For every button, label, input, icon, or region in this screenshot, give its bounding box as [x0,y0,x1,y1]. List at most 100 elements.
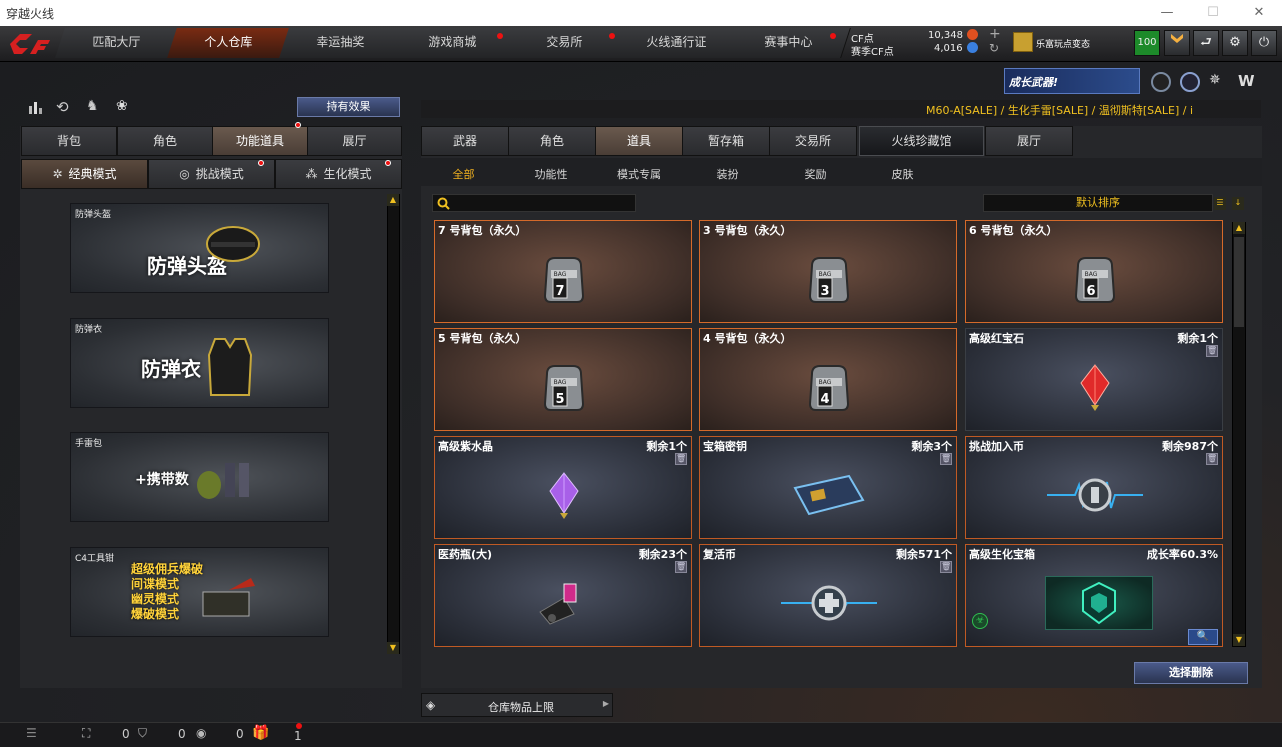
trash-icon[interactable]: 🗑 [940,561,952,573]
subtab-rewards[interactable]: 奖励 [788,166,843,188]
item-card[interactable]: 高级生化宝箱 成长率60.3% ☣ 🔍 [965,544,1223,647]
character-icon[interactable]: ♞ [86,98,104,116]
chest-icon [1045,576,1153,630]
nav-tab-personal-storage[interactable]: 个人仓库 [167,28,291,58]
sort-direction-icon[interactable]: ↓ [1232,197,1244,210]
capacity-label: 仓库物品上限 [488,701,554,714]
c4-tool-caption: C4工具钳 [75,554,115,564]
c4-mode-line: 超级佣兵爆破 [131,562,204,576]
item-card[interactable]: 7 号背包（永久） 7 BAG [434,220,692,323]
close-button[interactable]: ✕ [1236,0,1282,26]
scroll-down-arrow[interactable]: ▼ [387,642,399,654]
settings-icon[interactable]: ⚙ [1222,30,1248,56]
storage-capacity-bar[interactable]: ◈ 仓库物品上限 ▶ [421,693,613,717]
search-input[interactable] [432,194,636,212]
item-name: 3 号背包（永久） [703,224,792,237]
subtab-functional[interactable]: 功能性 [519,166,583,188]
select-delete-button[interactable]: 选择删除 [1134,662,1248,684]
item-card[interactable]: 医药瓶(大) 剩余23个 🗑 [434,544,692,647]
grenade-bag-card[interactable]: 手雷包 +携带数 [70,432,329,522]
left-tab-functional-items[interactable]: 功能道具 [212,126,308,156]
emblem-icon[interactable]: ✵ [1209,72,1229,92]
menu-list-icon[interactable]: ☰ [26,726,37,740]
mode-classic[interactable]: ✲ 经典模式 [21,159,148,189]
sort-dropdown[interactable]: 默认排序 [983,194,1213,212]
item-card[interactable]: 6 号背包（永久） 6 BAG [965,220,1223,323]
item-card[interactable]: 5 号背包（永久） 5 BAG [434,328,692,431]
globe-icon[interactable] [1180,72,1200,92]
gift-icon[interactable]: 🎁 [252,725,269,741]
friends-icon[interactable]: ⛶ [82,726,90,741]
helmet-card[interactable]: 防弹头盔 防弹头盔 [70,203,329,293]
item-name: 5 号背包（永久） [438,332,527,345]
badge-icon[interactable] [1151,72,1171,92]
layers-icon: ◈ [426,698,436,712]
left-tab-gallery[interactable]: 展厅 [307,126,402,156]
effects-button[interactable]: 持有效果 [297,97,400,117]
bag-icon[interactable]: ❀ [116,98,134,116]
left-tab-backpack[interactable]: 背包 [21,126,117,156]
item-card[interactable]: 高级紫水晶 剩余1个 🗑 [434,436,692,539]
item-card[interactable]: 挑战加入币 剩余987个 🗑 [965,436,1223,539]
trash-icon[interactable]: 🗑 [940,453,952,465]
item-card[interactable]: 3 号背包（永久） 3 BAG [699,220,957,323]
season-cf-value: 4,016 [934,43,963,54]
nav-tab-match-hall[interactable]: 匹配大厅 [55,28,179,58]
scroll-up-arrow[interactable]: ▲ [1233,222,1245,234]
maximize-button[interactable]: ☐ [1190,0,1236,26]
subtab-mode-exclusive[interactable]: 模式专属 [604,166,674,188]
trash-icon[interactable]: 🗑 [675,561,687,573]
chat-icon[interactable]: ◉ [196,726,206,740]
nav-tab-battle-pass[interactable]: 火线通行证 [615,28,739,58]
back-icon[interactable]: ⮐ [1193,30,1219,56]
subtab-all[interactable]: 全部 [436,166,491,188]
subtab-skins[interactable]: 皮肤 [875,166,930,188]
growth-weapon-banner[interactable]: 成长武器! [1004,68,1140,94]
grenade-icon [197,463,249,499]
scroll-thumb[interactable] [1234,237,1244,327]
add-points-icon[interactable]: + [989,26,1001,42]
shield-icon[interactable]: ⛉ [138,726,147,741]
scroll-down-arrow[interactable]: ▼ [1233,634,1245,646]
magnify-icon[interactable]: 🔍 [1188,629,1218,645]
list-view-icon[interactable]: ☰ [1214,197,1226,210]
nav-tab-game-mall[interactable]: 游戏商城 [391,28,515,58]
nav-tab-exchange[interactable]: 交易所 [503,28,627,58]
season-cf-label: 赛季CF点 [851,47,894,58]
rank-icon[interactable] [1164,30,1190,56]
w-icon[interactable]: W [1238,72,1258,92]
left-tab-character[interactable]: 角色 [117,126,213,156]
armor-card[interactable]: 防弹衣 防弹衣 [70,318,329,408]
right-tab-weapons[interactable]: 武器 [421,126,509,156]
trash-icon[interactable]: 🗑 [1206,453,1218,465]
item-card[interactable]: 4 号背包（永久） 4 BAG [699,328,957,431]
stats-icon[interactable] [27,98,45,116]
scroll-up-arrow[interactable]: ▲ [387,194,399,206]
search-icon [437,197,450,210]
right-tab-collection[interactable]: 火线珍藏馆 [859,126,984,156]
minimize-button[interactable]: — [1144,0,1190,26]
item-card[interactable]: 高级红宝石 剩余1个 🗑 [965,328,1223,431]
left-scrollbar[interactable] [387,194,400,654]
c4-tool-card[interactable]: C4工具钳 超级佣兵爆破 间谍模式 幽灵模式 爆破模式 [70,547,329,637]
right-tab-items[interactable]: 道具 [595,126,683,156]
item-card[interactable]: 宝箱密钥 剩余3个 🗑 [699,436,957,539]
item-card[interactable]: 复活币 剩余571个 🗑 [699,544,957,647]
mode-challenge[interactable]: ◎ 挑战模式 [148,159,275,189]
c4-mode-line: 爆破模式 [131,607,180,621]
refresh-icon[interactable]: ↻ [989,41,999,55]
right-tab-character[interactable]: 角色 [508,126,596,156]
history-icon[interactable]: ⟲ [56,98,74,116]
trash-icon[interactable]: 🗑 [1206,345,1218,357]
power-icon[interactable]: ⏻ [1251,30,1277,56]
sale-ticker[interactable]: M60-A[SALE] / 生化手雷[SALE] / 温彻斯特[SALE] / … [421,100,1261,118]
nav-tab-lucky-draw[interactable]: 幸运抽奖 [279,28,403,58]
mode-zombie[interactable]: ⁂ 生化模式 [275,159,402,189]
cf-points-value: 10,348 [928,30,963,41]
right-tab-exchange[interactable]: 交易所 [769,126,857,156]
subtab-cosmetic[interactable]: 装扮 [700,166,755,188]
trash-icon[interactable]: 🗑 [675,453,687,465]
right-tab-gallery[interactable]: 展厅 [985,126,1073,156]
level-badge[interactable]: 100 [1134,30,1160,56]
right-tab-temp-storage[interactable]: 暂存箱 [682,126,770,156]
